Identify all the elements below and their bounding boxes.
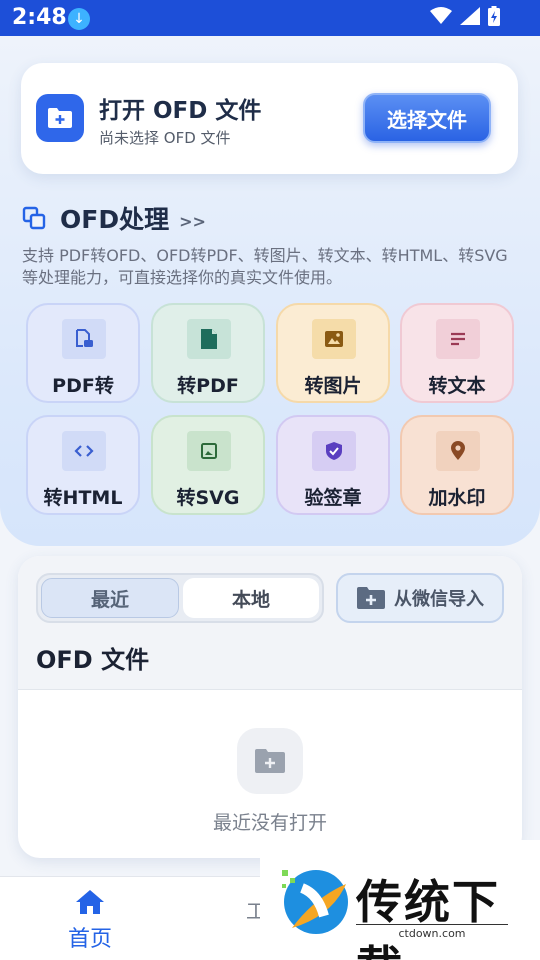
watermark-url: ctdown.com [356,924,508,940]
shield-check-icon [312,431,356,471]
tool-label: 转SVG [176,487,240,509]
folder-plus-icon [357,587,385,609]
location-pin-icon [436,431,480,471]
svg-icon [187,431,231,471]
nav-home[interactable]: 首页 [50,889,130,953]
code-icon [62,431,106,471]
tool-label: PDF转 [52,375,114,397]
watermark-overlay: 传统下载 ctdown.com [260,840,540,960]
wifi-icon [430,7,452,24]
files-card-header: 最近 本地 从微信导入 OFD 文件 [18,556,522,690]
stack-icon [22,206,46,230]
tool-label: 转文本 [428,375,486,397]
tab-recent[interactable]: 最近 [41,578,179,618]
wechat-import-label: 从微信导入 [394,589,484,610]
text-icon [436,319,480,359]
signal-icon [460,7,480,25]
download-icon: ↓ [68,8,90,30]
file-pdf-icon [187,319,231,359]
watermark-logo [282,870,348,934]
battery-charging-icon [488,6,500,26]
home-icon [76,890,104,914]
tool-label: 转HTML [43,487,123,509]
files-card: 最近 本地 从微信导入 OFD 文件 最近没有打开 [18,556,522,858]
tool-to-svg[interactable]: 转SVG [151,415,265,515]
tool-verify-seal[interactable]: 验签章 [276,415,390,515]
tool-to-pdf[interactable]: 转PDF [151,303,265,403]
files-tab-switch: 最近 本地 [36,573,324,623]
status-time: 2:48 [12,5,67,30]
tool-label: 转PDF [177,375,239,397]
section-title: OFD处理 [60,205,170,234]
tool-label: 加水印 [428,487,486,509]
open-file-card: 打开 OFD 文件 尚未选择 OFD 文件 选择文件 [21,63,518,174]
status-icons [430,6,500,26]
wechat-import-button[interactable]: 从微信导入 [336,573,504,623]
empty-folder-icon [237,728,303,794]
pdf-convert-icon [62,319,106,359]
tool-label: 验签章 [304,487,362,509]
section-more-link[interactable]: >> [179,212,206,231]
tool-to-html[interactable]: 转HTML [26,415,140,515]
tool-add-watermark[interactable]: 加水印 [400,415,514,515]
empty-state-text: 最近没有打开 [212,812,327,834]
choose-file-button[interactable]: 选择文件 [363,93,491,143]
files-title: OFD 文件 [36,646,150,674]
section-description: 支持 PDF转OFD、OFD转PDF、转图片、转文本、转HTML、转SVG 等处… [22,246,508,287]
image-icon [312,319,356,359]
status-bar: 2:48 ↓ [0,0,540,36]
ofd-section-header[interactable]: OFD处理 >> [22,200,206,236]
tool-to-text[interactable]: 转文本 [400,303,514,403]
watermark-text: 传统下载 [356,875,500,960]
tab-local[interactable]: 本地 [183,578,319,618]
tool-pdf-to-ofd[interactable]: PDF转 [26,303,140,403]
tool-label: 转图片 [304,375,362,397]
open-card-subtitle: 尚未选择 OFD 文件 [99,129,231,147]
folder-plus-icon [36,94,84,142]
tool-to-image[interactable]: 转图片 [276,303,390,403]
open-card-title: 打开 OFD 文件 [99,98,262,124]
nav-home-label: 首页 [67,927,112,952]
